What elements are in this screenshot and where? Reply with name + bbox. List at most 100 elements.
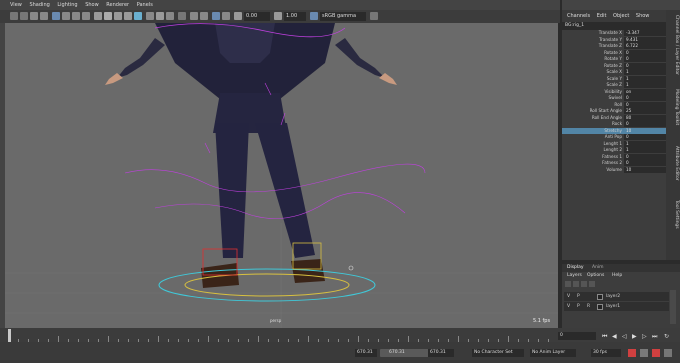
time-slider[interactable]: [0, 328, 559, 342]
layer-row[interactable]: V P R layer1: [564, 302, 669, 311]
go-to-end-icon[interactable]: ⏭: [652, 333, 657, 341]
layer-reference-toggle[interactable]: R: [587, 302, 590, 311]
bookmark-icon[interactable]: [30, 12, 38, 20]
tab-display[interactable]: Display: [567, 264, 584, 272]
new-layer-selected-icon[interactable]: [589, 281, 595, 287]
channel-value[interactable]: 6.722: [624, 43, 666, 49]
smooth-shade-icon[interactable]: [104, 12, 112, 20]
move-layer-down-icon[interactable]: [573, 281, 579, 287]
current-frame-field[interactable]: 0: [558, 332, 596, 340]
channel-value[interactable]: 0: [624, 121, 666, 127]
menu-help[interactable]: Help: [612, 272, 622, 280]
channel-value[interactable]: 1: [624, 82, 666, 88]
channel-value[interactable]: 25: [624, 108, 666, 114]
channel-value[interactable]: 0: [624, 95, 666, 101]
loop-icon[interactable]: ↻: [664, 333, 669, 340]
layer-name[interactable]: layer1: [606, 302, 620, 311]
select-camera-icon[interactable]: [10, 12, 18, 20]
channel-row[interactable]: Volume 10: [562, 166, 666, 174]
channel-value[interactable]: 80: [624, 114, 666, 121]
fps-dropdown[interactable]: 30 fps: [591, 349, 621, 357]
layer-color-swatch[interactable]: [597, 293, 603, 300]
move-layer-up-icon[interactable]: [565, 281, 571, 287]
camera-attributes-icon[interactable]: [20, 12, 28, 20]
film-gate-icon[interactable]: [62, 12, 70, 20]
layer-playback-toggle[interactable]: P: [577, 302, 580, 311]
channel-value[interactable]: 0: [624, 101, 666, 108]
tab-modeling-toolkit[interactable]: Modeling Toolkit: [667, 82, 679, 132]
gate-mask-icon[interactable]: [82, 12, 90, 20]
menu-layers[interactable]: Layers: [567, 272, 582, 280]
range-start-field[interactable]: 670.31: [387, 349, 413, 357]
start-time-field[interactable]: 670.31: [355, 349, 377, 357]
menu-options[interactable]: Options: [587, 272, 604, 280]
auto-key-icon[interactable]: [628, 349, 636, 357]
image-plane-icon[interactable]: [40, 12, 48, 20]
color-management-icon[interactable]: [310, 12, 318, 20]
menu-shading[interactable]: Shading: [29, 0, 49, 10]
layer-name[interactable]: layer2: [606, 292, 620, 301]
xray-components-icon[interactable]: [212, 12, 220, 20]
preferences-icon[interactable]: [664, 349, 672, 357]
current-time-marker[interactable]: [8, 329, 11, 342]
camera-icon[interactable]: [222, 12, 230, 20]
wireframe-icon[interactable]: [94, 12, 102, 20]
anim-prefs-icon[interactable]: [640, 349, 648, 357]
go-to-start-icon[interactable]: ⏮: [602, 333, 607, 341]
channel-value[interactable]: 10: [624, 127, 666, 134]
channel-value[interactable]: 10: [624, 166, 666, 173]
play-forward-icon[interactable]: ▶: [632, 333, 637, 340]
layer-playback-toggle[interactable]: P: [577, 292, 580, 301]
wireframe-on-shaded-icon[interactable]: [114, 12, 122, 20]
layer-visibility-toggle[interactable]: V: [567, 302, 570, 311]
layer-row[interactable]: V P layer2: [564, 292, 669, 301]
anim-layer-dropdown[interactable]: No Anim Layer: [530, 349, 576, 357]
channel-value[interactable]: 0: [624, 56, 666, 62]
channel-value[interactable]: 1: [624, 147, 666, 153]
menu-lighting[interactable]: Lighting: [57, 0, 77, 10]
channel-value[interactable]: 0: [624, 49, 666, 56]
gamma-field[interactable]: 1.00: [284, 12, 306, 21]
channel-value[interactable]: 0: [624, 153, 666, 160]
antialiasing-icon[interactable]: [166, 12, 174, 20]
grid-icon[interactable]: [52, 12, 60, 20]
step-back-icon[interactable]: ◀: [612, 333, 617, 340]
channel-value[interactable]: 0: [624, 62, 666, 69]
object-name[interactable]: BG:rig_1: [562, 21, 666, 30]
xray-icon[interactable]: [190, 12, 198, 20]
exposure-icon[interactable]: [234, 12, 242, 20]
menu-renderer[interactable]: Renderer: [106, 0, 129, 10]
menu-show[interactable]: Show: [85, 0, 99, 10]
tab-anim[interactable]: Anim: [592, 264, 604, 272]
tab-channel-box[interactable]: Channel Box / Layer Editor: [667, 14, 679, 76]
key-icon[interactable]: [652, 349, 660, 357]
viewport[interactable]: [5, 23, 558, 328]
shadows-icon[interactable]: [146, 12, 154, 20]
character-set-dropdown[interactable]: No Character Set: [472, 349, 524, 357]
colorspace-dropdown[interactable]: sRGB gamma: [320, 12, 366, 21]
tab-attribute-editor[interactable]: Attribute Editor: [667, 138, 679, 188]
lights-icon[interactable]: [134, 12, 142, 20]
layer-visibility-toggle[interactable]: V: [567, 292, 570, 301]
range-end-field[interactable]: 670.31: [428, 349, 454, 357]
channel-value[interactable]: 1: [624, 75, 666, 82]
channel-value[interactable]: on: [624, 88, 666, 95]
menu-view[interactable]: View: [10, 0, 22, 10]
play-back-icon[interactable]: ◁: [622, 333, 627, 340]
resolution-gate-icon[interactable]: [72, 12, 80, 20]
gamma-icon[interactable]: [274, 12, 282, 20]
channel-value[interactable]: 1: [624, 69, 666, 75]
isolate-select-icon[interactable]: [178, 12, 186, 20]
exposure-field[interactable]: 0.00: [244, 12, 270, 21]
channel-value[interactable]: 1: [624, 140, 666, 147]
ambient-occlusion-icon[interactable]: [156, 12, 164, 20]
channel-label[interactable]: Volume: [606, 167, 622, 174]
channel-value[interactable]: 9.431: [624, 36, 666, 43]
channel-value[interactable]: 0: [624, 134, 666, 140]
xray-joints-icon[interactable]: [200, 12, 208, 20]
new-layer-icon[interactable]: [581, 281, 587, 287]
channel-value[interactable]: 0: [624, 160, 666, 166]
layer-color-swatch[interactable]: [597, 303, 603, 310]
channel-value[interactable]: -3.347: [624, 30, 666, 36]
menu-panels[interactable]: Panels: [137, 0, 153, 10]
